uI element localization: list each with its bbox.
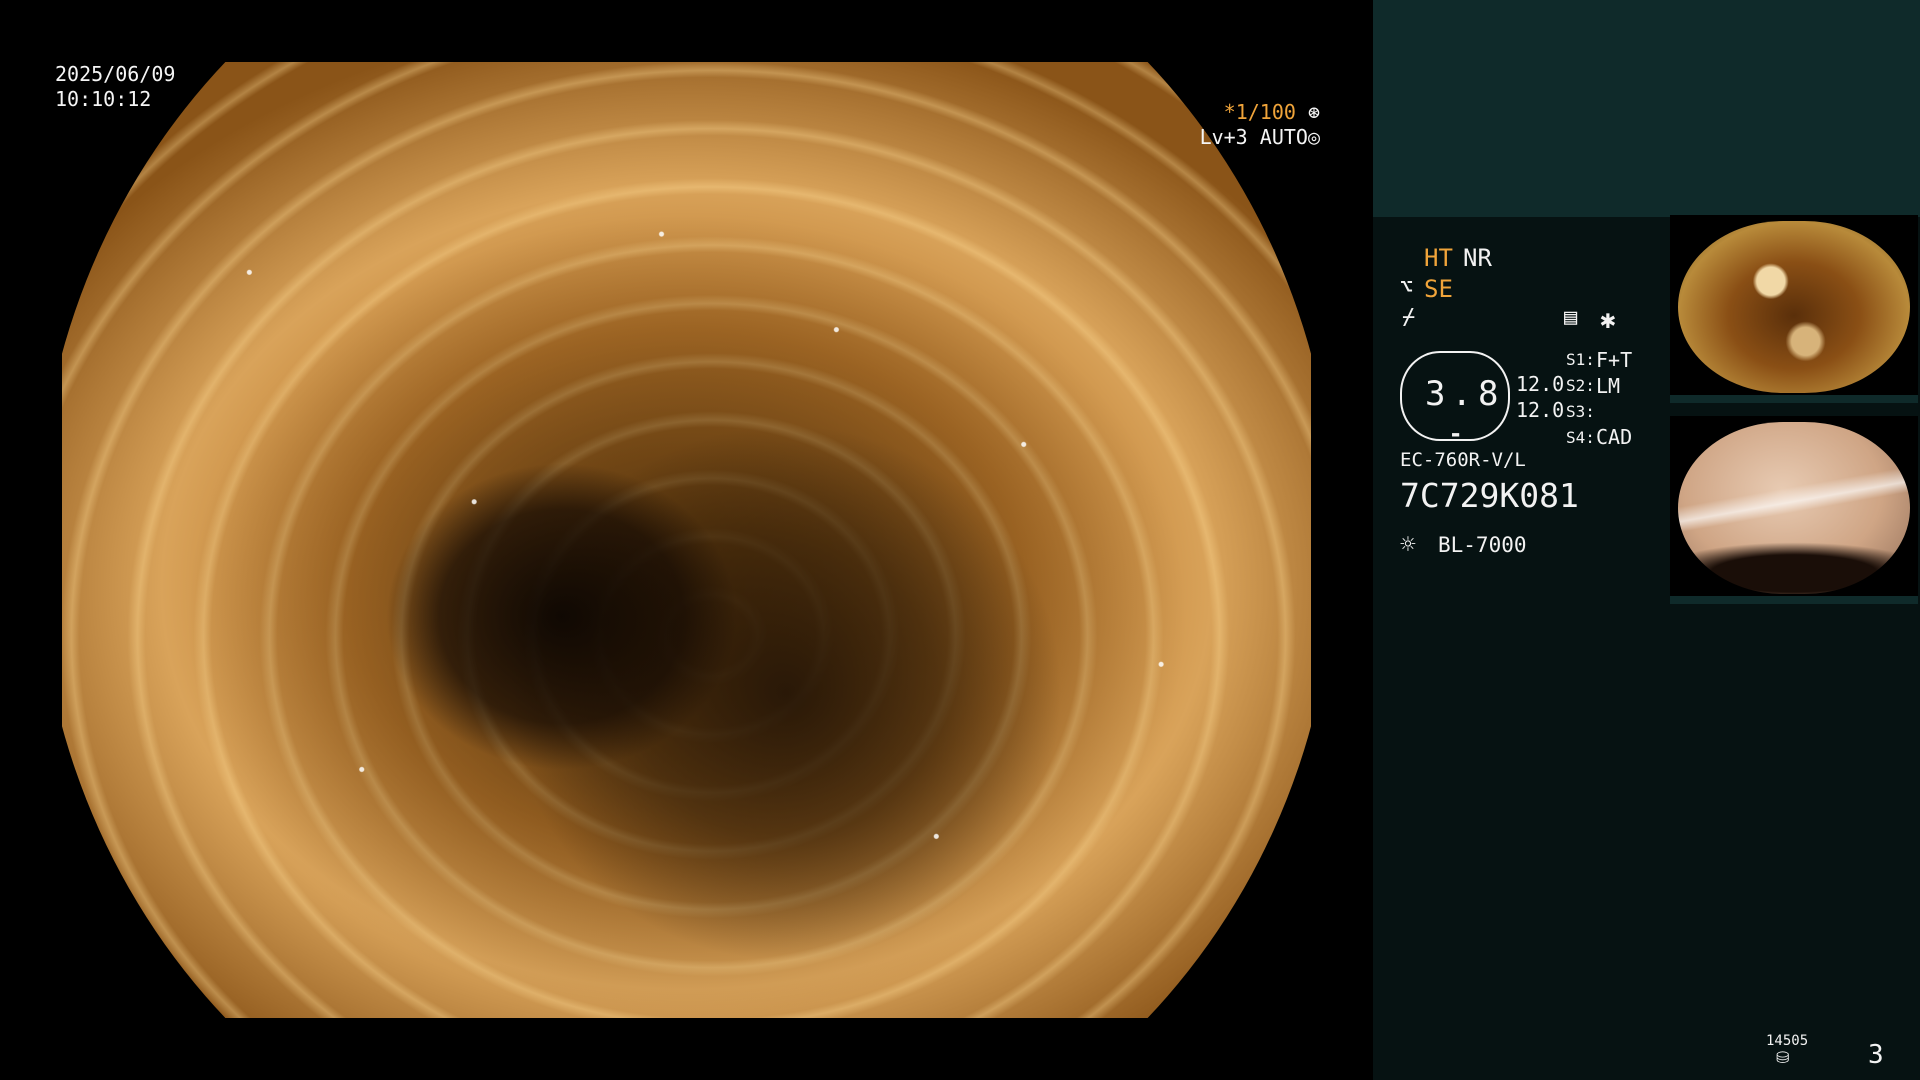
mode-se: SE [1424,275,1453,303]
light-source: BL-7000 [1438,533,1527,557]
scope-model: EC-760R-V/L [1400,449,1526,471]
s4-value: CAD [1596,425,1633,449]
s3-label: S3: [1566,402,1595,421]
value-1: 12.0 [1516,372,1565,396]
settings-list-icon: ▤ [1564,305,1578,330]
s2-label: S2: [1566,376,1595,395]
auto-icon: ◎ [1307,125,1320,149]
brightness-indicator-icon: ▬ [1452,427,1460,441]
scope-serial: 7C729K081 [1400,476,1579,515]
mode-ht: HT [1424,244,1453,272]
shutter-icon: ⊛ [1307,100,1320,124]
thumbnail-image [1678,221,1910,393]
endoscope-image [62,62,1311,1018]
value-2: 12.0 [1516,398,1565,422]
mode-nr: NR [1463,244,1492,272]
level-row: Lv+3 AUTO◎ [1195,125,1320,150]
asterisk-icon: ✱ [1600,305,1616,335]
time-text: 10:10:12 [55,87,152,111]
capture-thumbnail-1[interactable] [1670,215,1918,403]
date-text: 2025/06/09 [55,62,176,86]
counter: 14505 [1766,1033,1809,1049]
shutter-text: *1/100 [1223,100,1296,124]
timestamp: 2025/06/09 10:10:12 [55,62,175,112]
thumbnail-bar [1670,395,1918,403]
auto-text: AUTO [1259,125,1308,149]
thumbnail-bar [1670,596,1918,604]
exposure-info: *1/100 ⊛ Lv+3 AUTO◎ [1195,100,1320,150]
s1-value: F+T [1596,348,1633,372]
storage-icon: ⛁ [1776,1048,1790,1067]
scissor-icon: ⌥ [1400,275,1414,300]
sun-icon: ☼ [1400,530,1416,560]
pen-icon: ⌿ [1402,305,1416,330]
brightness-value: 3.8 [1425,374,1505,414]
capture-thumbnail-2[interactable] [1670,416,1918,604]
endoscope-view-pane [0,0,1373,1080]
page-number: 3 [1868,1040,1884,1070]
shutter-row: *1/100 ⊛ [1195,100,1320,125]
s4-label: S4: [1566,428,1595,447]
s2-value: LM [1596,374,1621,398]
thumbnail-image [1678,422,1910,594]
s1-label: S1: [1566,350,1595,369]
level-text: Lv+3 [1199,125,1248,149]
info-panel-top [1373,0,1920,217]
